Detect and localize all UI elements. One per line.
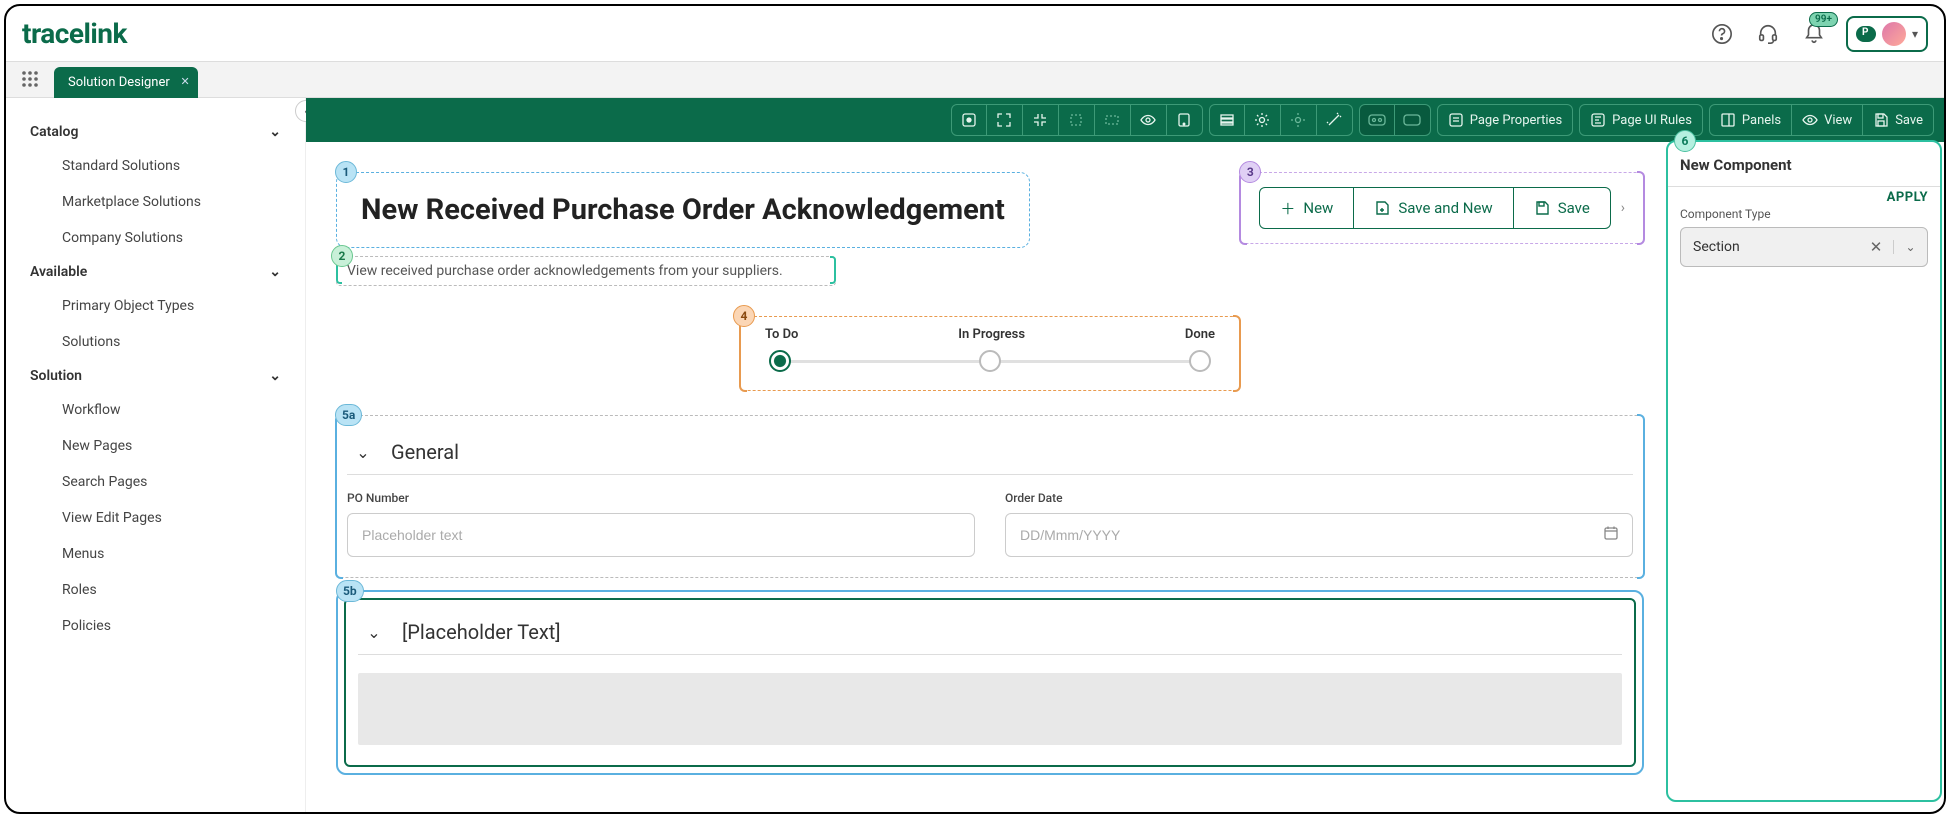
callout-5a: 5a: [335, 404, 362, 426]
sidebar-item-roles[interactable]: Roles: [6, 572, 305, 608]
callout-3: 3: [1239, 161, 1261, 183]
tool-frame-icon[interactable]: [1059, 104, 1095, 136]
po-number-input[interactable]: [347, 513, 975, 557]
section-placeholder-selected[interactable]: 5b ⌄ [Placeholder Text]: [336, 590, 1644, 775]
notifications-badge: 99+: [1809, 12, 1838, 27]
component-type-label: Component Type: [1680, 207, 1928, 221]
tab-solution-designer[interactable]: Solution Designer ✕: [54, 67, 198, 98]
save-toolbar-button[interactable]: Save: [1863, 104, 1934, 136]
tool-select-icon[interactable]: [951, 104, 987, 136]
save-button[interactable]: Save: [1514, 187, 1611, 229]
chevron-right-icon[interactable]: ›: [1621, 200, 1625, 216]
designer-toolbar: Page Properties Page UI Rules Panels: [306, 98, 1944, 142]
chevron-down-icon: ⌄: [269, 264, 281, 280]
tool-visibility-icon[interactable]: [1131, 104, 1167, 136]
callout-2: 2: [331, 245, 353, 267]
headset-icon[interactable]: [1754, 20, 1782, 48]
tool-frame2-icon[interactable]: [1095, 104, 1131, 136]
callout-1: 1: [335, 161, 357, 183]
step-dot-1[interactable]: [769, 350, 791, 372]
section-title: General: [391, 440, 459, 464]
page-title-region[interactable]: 1 New Received Purchase Order Acknowledg…: [336, 172, 1030, 248]
brand-logo: tracelink: [22, 17, 127, 50]
subtitle-region[interactable]: 2 View received purchase order acknowled…: [336, 256, 836, 286]
sidebar-group-solution[interactable]: Solution ⌄: [6, 360, 305, 392]
tool-expand-icon[interactable]: [987, 104, 1023, 136]
sidebar-item-menus[interactable]: Menus: [6, 536, 305, 572]
plus-icon: ＋: [1280, 198, 1295, 219]
chevron-down-icon: ▾: [1912, 27, 1918, 41]
po-number-label: PO Number: [347, 491, 975, 505]
step-label-2: In Progress: [958, 327, 1025, 342]
step-label-3: Done: [1185, 327, 1215, 342]
callout-5b: 5b: [336, 580, 364, 602]
component-type-value: Section: [1681, 239, 1859, 255]
panels-button[interactable]: Panels: [1709, 104, 1792, 136]
save-and-new-button[interactable]: Save and New: [1354, 187, 1513, 229]
tool-collapse-icon[interactable]: [1023, 104, 1059, 136]
page-properties-button[interactable]: Page Properties: [1437, 104, 1573, 136]
tool-vr-icon[interactable]: [1359, 104, 1395, 136]
help-icon[interactable]: [1708, 20, 1736, 48]
sidebar-item-standard-solutions[interactable]: Standard Solutions: [6, 148, 305, 184]
view-button[interactable]: View: [1792, 104, 1863, 136]
chevron-down-icon: ⌄: [269, 124, 281, 140]
new-button[interactable]: ＋ New: [1259, 187, 1354, 229]
top-header: tracelink 99+ ▾: [6, 6, 1944, 62]
sidebar-item-search-pages[interactable]: Search Pages: [6, 464, 305, 500]
close-icon[interactable]: ✕: [181, 75, 190, 88]
component-type-select[interactable]: Section ✕ ⌄: [1680, 227, 1928, 267]
sidebar-item-new-pages[interactable]: New Pages: [6, 428, 305, 464]
actions-region[interactable]: 3 ＋ New Save and New: [1240, 172, 1644, 244]
step-label-1: To Do: [765, 327, 798, 342]
chevron-down-icon[interactable]: ⌄: [1893, 240, 1927, 254]
notifications-icon[interactable]: 99+: [1800, 20, 1828, 48]
tool-data-icon[interactable]: [1209, 104, 1245, 136]
sidebar-item-policies[interactable]: Policies: [6, 608, 305, 644]
cloud-status-icon: [1856, 26, 1876, 42]
chevron-down-icon[interactable]: ⌄: [364, 623, 384, 642]
apps-grid-icon[interactable]: [14, 61, 46, 97]
tab-label: Solution Designer: [68, 75, 170, 90]
profile-menu[interactable]: ▾: [1846, 16, 1928, 52]
clear-icon[interactable]: ✕: [1859, 238, 1893, 256]
sidebar-item-company-solutions[interactable]: Company Solutions: [6, 220, 305, 256]
save-icon: [1534, 200, 1550, 216]
avatar: [1882, 22, 1906, 46]
sidebar: ‹ Catalog ⌄ Standard Solutions Marketpla…: [6, 98, 306, 812]
chevron-down-icon[interactable]: ⌄: [353, 443, 373, 462]
sidebar-group-catalog[interactable]: Catalog ⌄: [6, 116, 305, 148]
sidebar-item-primary-object-types[interactable]: Primary Object Types: [6, 288, 305, 324]
step-dot-2[interactable]: [979, 350, 1001, 372]
chevron-down-icon: ⌄: [269, 368, 281, 384]
section-general[interactable]: 5a ⌄ General PO Number Order Date: [336, 415, 1644, 578]
section-title-placeholder: [Placeholder Text]: [402, 620, 561, 644]
sidebar-item-marketplace-solutions[interactable]: Marketplace Solutions: [6, 184, 305, 220]
tool-settings2-icon[interactable]: [1281, 104, 1317, 136]
step-dot-3[interactable]: [1189, 350, 1211, 372]
tool-vr2-icon[interactable]: [1395, 104, 1431, 136]
props-title: New Component: [1680, 156, 1928, 174]
tool-settings-icon[interactable]: [1245, 104, 1281, 136]
stepper-region[interactable]: 4 To Do In Progress Done: [740, 316, 1240, 391]
sidebar-group-available[interactable]: Available ⌄: [6, 256, 305, 288]
callout-4: 4: [733, 305, 755, 327]
callout-6: 6: [1674, 130, 1696, 152]
sidebar-item-workflow[interactable]: Workflow: [6, 392, 305, 428]
order-date-label: Order Date: [1005, 491, 1633, 505]
tool-wand-icon[interactable]: [1317, 104, 1353, 136]
sidebar-item-view-edit-pages[interactable]: View Edit Pages: [6, 500, 305, 536]
sidebar-item-solutions-available[interactable]: Solutions: [6, 324, 305, 360]
order-date-input[interactable]: [1005, 513, 1633, 557]
apply-button[interactable]: APPLY: [1887, 190, 1928, 205]
page-title: New Received Purchase Order Acknowledgem…: [357, 185, 1009, 235]
section-drop-zone[interactable]: [358, 673, 1622, 745]
tool-device-icon[interactable]: [1167, 104, 1203, 136]
save-plus-icon: [1374, 200, 1390, 216]
subtitle-text: View received purchase order acknowledge…: [347, 263, 825, 279]
calendar-icon[interactable]: [1603, 525, 1619, 541]
properties-panel: 6 New Component APPLY Component Type Sec…: [1666, 140, 1942, 802]
tab-strip: Solution Designer ✕: [6, 62, 1944, 98]
